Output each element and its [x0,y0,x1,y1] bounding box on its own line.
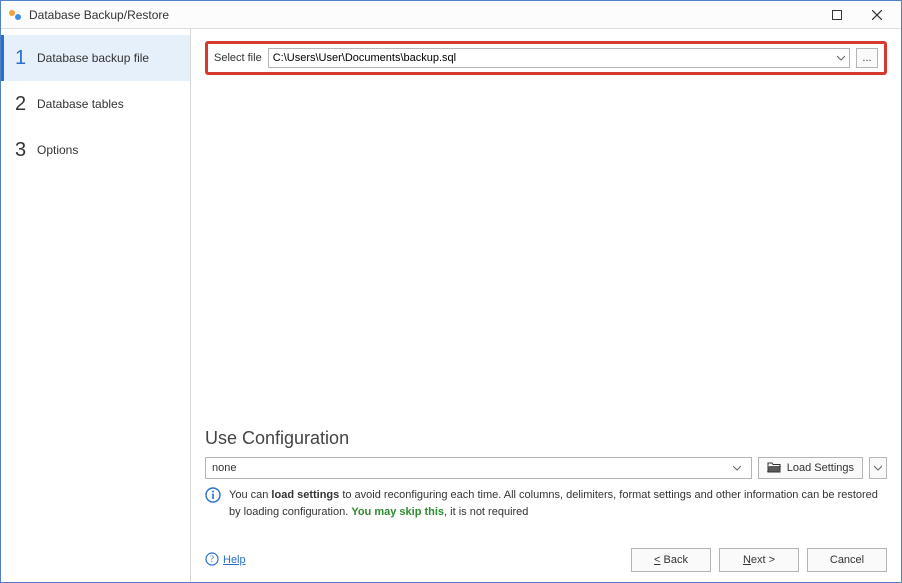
cancel-button[interactable]: Cancel [807,548,887,572]
svg-text:?: ? [210,554,214,564]
wizard-step-tables[interactable]: 2 Database tables [1,81,190,127]
select-file-label: Select file [214,52,262,64]
step-number: 2 [15,93,37,116]
wizard-sidebar: 1 Database backup file 2 Database tables… [1,29,191,582]
help-link[interactable]: ? Help [205,552,246,569]
next-button[interactable]: Next > [719,548,799,572]
config-row: none Load Settings [205,457,887,479]
main-panel: Select file ... Use Configuration none [191,29,901,582]
step-number: 3 [15,139,37,162]
select-file-row: Select file ... [205,41,887,75]
browse-button-label: ... [862,52,871,64]
wizard-step-backup-file[interactable]: 1 Database backup file [1,35,190,81]
browse-button[interactable]: ... [856,48,878,68]
close-button[interactable] [857,2,897,28]
help-label: Help [223,554,246,566]
blank-area [205,75,887,428]
window-title: Database Backup/Restore [29,8,817,22]
app-icon [7,7,23,23]
window-controls [817,2,897,28]
config-select[interactable]: none [205,457,752,479]
step-label: Database tables [37,97,124,111]
config-info-text: You can load settings to avoid reconfigu… [229,487,887,520]
dialog-body: 1 Database backup file 2 Database tables… [1,29,901,582]
footer: ? Help < Back Next > Cancel [205,540,887,572]
wizard-step-options[interactable]: 3 Options [1,127,190,173]
step-number: 1 [15,47,37,70]
chevron-down-icon[interactable] [733,461,751,475]
file-path-combo[interactable] [268,48,850,68]
config-heading: Use Configuration [205,428,887,449]
config-section: Use Configuration none Load Settings [205,428,887,540]
load-settings-label: Load Settings [787,462,854,474]
step-label: Options [37,143,78,157]
config-info: You can load settings to avoid reconfigu… [205,487,887,520]
info-icon [205,487,221,503]
config-select-value: none [206,462,733,474]
file-path-input[interactable] [269,49,833,67]
maximize-button[interactable] [817,2,857,28]
folder-open-icon [767,461,781,476]
step-label: Database backup file [37,51,149,65]
chevron-down-icon[interactable] [833,54,849,62]
back-button[interactable]: < Back [631,548,711,572]
load-settings-dropdown[interactable] [869,457,887,479]
title-bar: Database Backup/Restore [1,1,901,29]
load-settings-button[interactable]: Load Settings [758,457,863,479]
dialog-window: Database Backup/Restore 1 Database backu… [0,0,902,583]
help-icon: ? [205,552,219,569]
